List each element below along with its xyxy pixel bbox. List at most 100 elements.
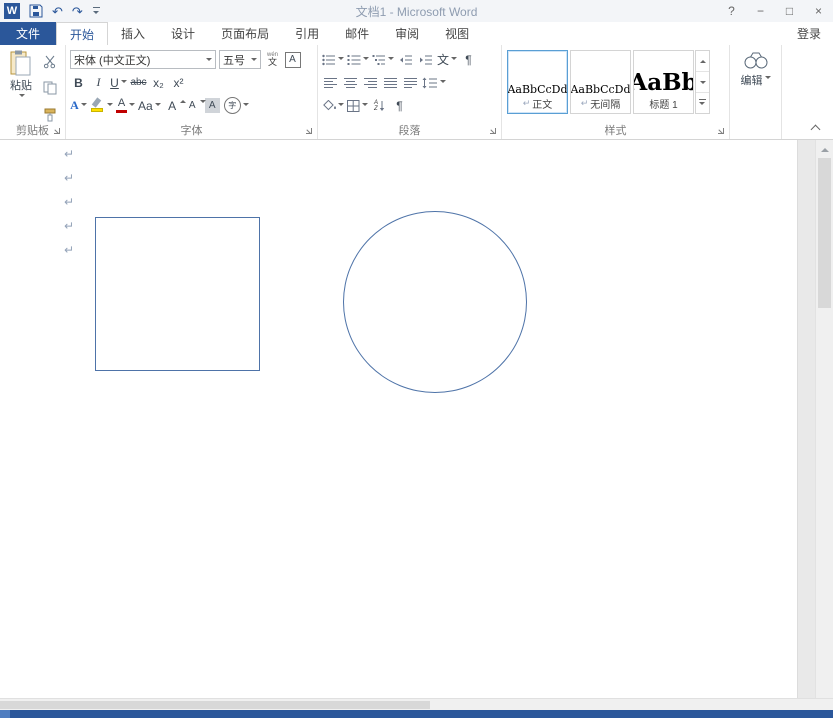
vertical-scroll-thumb[interactable] xyxy=(818,158,831,308)
tab-home[interactable]: 开始 xyxy=(56,22,108,45)
text-effects-button[interactable]: A xyxy=(70,96,87,116)
redo-icon[interactable]: ↷ xyxy=(72,5,83,18)
font-dialog-launcher[interactable] xyxy=(304,126,315,137)
style-normal-preview: AaBbCcDd xyxy=(507,83,567,96)
ribbon-spacer xyxy=(782,45,833,139)
window-title: 文档1 - Microsoft Word xyxy=(0,3,833,20)
tab-insert[interactable]: 插入 xyxy=(108,22,158,45)
decrease-indent-icon[interactable] xyxy=(397,50,414,70)
collapse-ribbon-icon[interactable] xyxy=(809,123,823,133)
tab-references[interactable]: 引用 xyxy=(282,22,332,45)
paragraph-group: 文 ¶ xyxy=(318,45,502,139)
justify-icon[interactable] xyxy=(382,73,399,93)
paste-label: 粘贴 xyxy=(10,77,32,93)
tab-file[interactable]: 文件 xyxy=(0,22,56,45)
styles-gallery-more-icon[interactable] xyxy=(696,93,709,113)
scroll-up-icon[interactable] xyxy=(821,144,829,152)
clipboard-dialog-launcher[interactable] xyxy=(52,126,63,137)
quick-access-toolbar: W ↶ ↷ xyxy=(0,3,102,19)
editing-button-label[interactable]: 编辑 xyxy=(741,72,771,88)
rectangle-shape[interactable] xyxy=(95,217,260,371)
ellipse-shape[interactable] xyxy=(343,211,527,393)
grow-font-button[interactable]: A xyxy=(164,96,181,116)
character-border-icon[interactable]: A xyxy=(284,50,301,70)
font-color-button[interactable]: A xyxy=(116,96,135,116)
tab-view[interactable]: 视图 xyxy=(432,22,482,45)
copy-icon[interactable] xyxy=(41,79,58,97)
paragraph-group-label: 段落 xyxy=(318,122,501,138)
show-hide-marks-icon[interactable]: ¶ xyxy=(460,50,477,70)
align-left-icon[interactable] xyxy=(322,73,339,93)
horizontal-scrollbar[interactable] xyxy=(0,698,833,710)
superscript-button[interactable]: x² xyxy=(170,73,187,93)
style-normal[interactable]: AaBbCcDd ↵正文 xyxy=(507,50,568,114)
document-area[interactable]: ↵ ↵ ↵ ↵ ↵ xyxy=(0,140,833,698)
distribute-icon[interactable] xyxy=(402,73,419,93)
vertical-scrollbar[interactable] xyxy=(815,140,833,698)
paragraph-mark: ↵ xyxy=(64,190,74,214)
highlight-pen-icon xyxy=(90,98,105,113)
underline-button[interactable]: U xyxy=(110,73,127,93)
word-app-icon[interactable]: W xyxy=(4,3,20,19)
align-right-icon[interactable] xyxy=(362,73,379,93)
line-spacing-icon[interactable] xyxy=(422,73,446,93)
numbering-icon[interactable] xyxy=(347,50,369,70)
bullets-icon[interactable] xyxy=(322,50,344,70)
text-highlight-button[interactable] xyxy=(90,96,113,116)
ribbon-tab-row: 文件 开始 插入 设计 页面布局 引用 邮件 审阅 视图 登录 xyxy=(0,22,833,45)
styles-dialog-launcher[interactable] xyxy=(716,126,727,137)
enclose-character: 字 xyxy=(224,97,241,114)
character-shading-button[interactable]: A xyxy=(204,96,221,116)
styles-scroll-up-icon[interactable] xyxy=(696,51,709,72)
strikethrough-button[interactable]: abc xyxy=(130,73,147,93)
font-size-combo[interactable]: 五号 xyxy=(219,50,261,69)
bold-button[interactable]: B xyxy=(70,73,87,93)
asian-layout-icon[interactable]: 文 xyxy=(437,50,457,70)
shading-icon[interactable] xyxy=(322,96,344,116)
style-heading1[interactable]: AaBb 标题 1 xyxy=(633,50,694,114)
help-button[interactable]: ? xyxy=(717,0,746,22)
font-size-dropdown-icon[interactable] xyxy=(251,58,257,64)
horizontal-scroll-thumb[interactable] xyxy=(0,701,430,709)
document-page[interactable]: ↵ ↵ ↵ ↵ ↵ xyxy=(0,140,798,698)
style-no-spacing[interactable]: AaBbCcDd ↵无间隔 xyxy=(570,50,631,114)
minimize-button[interactable]: − xyxy=(746,0,775,22)
sign-in-link[interactable]: 登录 xyxy=(785,22,833,45)
save-icon[interactable] xyxy=(29,4,43,18)
maximize-button[interactable]: □ xyxy=(775,0,804,22)
character-shading-letter: A xyxy=(205,98,220,113)
clipboard-group: 粘贴 剪贴板 xyxy=(0,45,66,139)
change-case-button[interactable]: Aa xyxy=(138,96,161,116)
close-button[interactable]: × xyxy=(804,0,833,22)
paragraph-dialog-launcher[interactable] xyxy=(488,126,499,137)
paste-button[interactable]: 粘贴 xyxy=(4,48,38,124)
borders-icon[interactable] xyxy=(347,96,368,116)
font-name-dropdown-icon[interactable] xyxy=(206,58,212,64)
increase-indent-icon[interactable] xyxy=(417,50,434,70)
clipboard-icon xyxy=(10,50,32,76)
customize-qat-icon[interactable] xyxy=(92,6,102,16)
titlebar: W ↶ ↷ 文档1 - Microsoft Word ? − □ × xyxy=(0,0,833,22)
paragraph-mark-icon[interactable]: ¶ xyxy=(391,96,408,116)
font-name-combo[interactable]: 宋体 (中文正文) xyxy=(70,50,216,69)
font-group-label: 字体 xyxy=(66,122,317,138)
multilevel-list-icon[interactable] xyxy=(372,50,394,70)
align-center-icon[interactable] xyxy=(342,73,359,93)
undo-icon[interactable]: ↶ xyxy=(52,5,63,18)
phonetic-guide-icon[interactable]: wén 文 xyxy=(264,50,281,70)
tab-mailings[interactable]: 邮件 xyxy=(332,22,382,45)
tab-review[interactable]: 审阅 xyxy=(382,22,432,45)
font-color-bar xyxy=(116,110,127,113)
font-group: 宋体 (中文正文) 五号 wén 文 A B I U abc x₂ x² A xyxy=(66,45,318,139)
subscript-button[interactable]: x₂ xyxy=(150,73,167,93)
enclose-characters-button[interactable]: 字 xyxy=(224,96,249,116)
editing-group[interactable]: 编辑 xyxy=(730,45,782,139)
shrink-font-button[interactable]: A xyxy=(184,96,201,116)
status-bar-accent xyxy=(0,710,10,718)
sort-icon[interactable]: AZ xyxy=(371,96,388,116)
cut-icon[interactable] xyxy=(41,53,58,71)
styles-scroll-down-icon[interactable] xyxy=(696,72,709,93)
italic-button[interactable]: I xyxy=(90,73,107,93)
tab-design[interactable]: 设计 xyxy=(158,22,208,45)
tab-page-layout[interactable]: 页面布局 xyxy=(208,22,282,45)
